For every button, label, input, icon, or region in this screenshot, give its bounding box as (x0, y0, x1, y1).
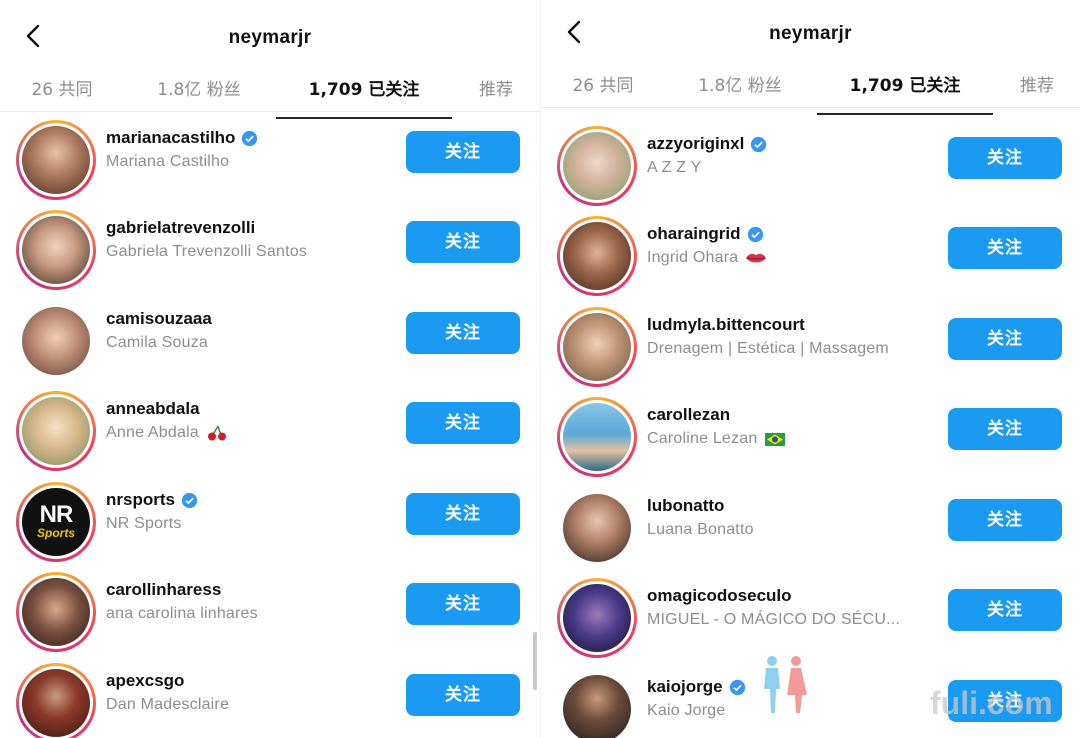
username[interactable]: anneabdala (106, 399, 200, 419)
list-item[interactable]: lubonatto Luana Bonatto 关注 (541, 479, 1080, 569)
avatar[interactable] (557, 307, 637, 387)
username[interactable]: apexcsgo (106, 671, 184, 691)
verified-badge-icon (750, 136, 767, 153)
lips-emoji-icon (745, 250, 767, 266)
avatar[interactable] (16, 301, 96, 381)
tab-followers[interactable]: 1.8亿 粉丝 (681, 68, 799, 108)
list-item[interactable]: NR Sports nrsports NR Sports 关注 (0, 476, 540, 566)
tab-suggested[interactable]: 推荐 (470, 72, 522, 112)
username[interactable]: lubonatto (647, 496, 724, 516)
verified-badge-icon (747, 226, 764, 243)
full-name: Camila Souza (106, 334, 209, 351)
follow-button[interactable]: 关注 (406, 493, 520, 535)
brazil-flag-emoji-icon (764, 431, 786, 447)
tab-mutual[interactable]: 26 共同 (557, 68, 649, 108)
list-item[interactable]: oharaingrid Ingrid Ohara 关注 (541, 207, 1080, 297)
full-name: Kaio Jorge (647, 702, 726, 719)
page-title: neymarjr (228, 27, 312, 48)
nr-sports-logo: NR Sports (22, 488, 90, 556)
username[interactable]: gabrielatrevenzolli (106, 218, 255, 238)
follow-button[interactable]: 关注 (948, 137, 1062, 179)
full-name: MIGUEL - O MÁGICO DO SÉCU... (647, 611, 901, 628)
list-item[interactable]: camisouzaaa Camila Souza 关注 (0, 295, 540, 385)
avatar[interactable] (557, 126, 637, 206)
following-panel-left: neymarjr 26 共同 1.8亿 粉丝 1,709 已关注 推荐 mari… (0, 0, 540, 738)
header: neymarjr (541, 0, 1080, 70)
username[interactable]: kaiojorge (647, 677, 746, 697)
verified-badge-icon (241, 130, 258, 147)
full-name: Ingrid Ohara (647, 249, 767, 267)
username[interactable]: oharaingrid (647, 224, 764, 244)
follow-button[interactable]: 关注 (948, 227, 1062, 269)
full-name: Gabriela Trevenzolli Santos (106, 243, 308, 260)
full-name: Drenagem | Estética | Massagem (647, 340, 889, 357)
scrollbar[interactable] (533, 632, 537, 690)
list-item[interactable]: apexcsgo Dan Madesclaire 关注 (0, 657, 540, 738)
tab-following[interactable]: 1,709 已关注 (276, 72, 452, 119)
avatar[interactable] (557, 669, 637, 738)
list-item[interactable]: gabrielatrevenzolli Gabriela Trevenzolli… (0, 204, 540, 294)
avatar[interactable] (16, 210, 96, 290)
list-item[interactable]: omagicodoseculo MIGUEL - O MÁGICO DO SÉC… (541, 569, 1080, 659)
avatar[interactable]: NR Sports (16, 482, 96, 562)
full-name: ana carolina linhares (106, 605, 258, 622)
follow-button[interactable]: 关注 (406, 131, 520, 173)
tab-mutual[interactable]: 26 共同 (16, 72, 108, 112)
watermark-figures-icon (764, 656, 807, 713)
avatar[interactable] (557, 488, 637, 568)
page-title: neymarjr (769, 23, 852, 44)
avatar[interactable] (16, 120, 96, 200)
username[interactable]: carollezan (647, 405, 730, 425)
full-name: Anne Abdala (106, 424, 228, 442)
full-name: NR Sports (106, 515, 182, 532)
follow-button[interactable]: 关注 (406, 674, 520, 716)
verified-badge-icon (181, 492, 198, 509)
list-item[interactable]: anneabdala Anne Abdala 关注 (0, 385, 540, 475)
avatar[interactable] (16, 663, 96, 738)
watermark: fuli.com (760, 655, 1070, 725)
tab-followers[interactable]: 1.8亿 粉丝 (140, 72, 258, 112)
avatar[interactable] (557, 397, 637, 477)
cherry-emoji-icon (206, 425, 228, 441)
list-item[interactable]: ludmyla.bittencourt Drenagem | Estética … (541, 298, 1080, 388)
verified-badge-icon (729, 679, 746, 696)
username[interactable]: camisouzaaa (106, 309, 212, 329)
tab-suggested[interactable]: 推荐 (1011, 68, 1063, 108)
list-item[interactable]: carollezan Caroline Lezan 关注 (541, 388, 1080, 478)
avatar[interactable] (16, 572, 96, 652)
follow-button[interactable]: 关注 (406, 402, 520, 444)
username[interactable]: carollinharess (106, 580, 221, 600)
username[interactable]: marianacastilho (106, 128, 258, 148)
username[interactable]: ludmyla.bittencourt (647, 315, 805, 335)
full-name: Dan Madesclaire (106, 696, 230, 713)
follow-button[interactable]: 关注 (406, 312, 520, 354)
follow-button[interactable]: 关注 (948, 408, 1062, 450)
follow-button[interactable]: 关注 (948, 589, 1062, 631)
avatar[interactable] (557, 216, 637, 296)
list-item[interactable]: azzyoriginxl A Z Z Y 关注 (541, 117, 1080, 207)
avatar[interactable] (16, 391, 96, 471)
follow-button[interactable]: 关注 (406, 583, 520, 625)
username[interactable]: nrsports (106, 490, 198, 510)
full-name: A Z Z Y (647, 159, 702, 176)
header: neymarjr (0, 0, 540, 70)
follow-button[interactable]: 关注 (406, 221, 520, 263)
username[interactable]: omagicodoseculo (647, 586, 792, 606)
follow-button[interactable]: 关注 (948, 318, 1062, 360)
full-name: Caroline Lezan (647, 430, 786, 448)
username[interactable]: azzyoriginxl (647, 134, 767, 154)
tab-following[interactable]: 1,709 已关注 (817, 68, 993, 115)
tab-bar: 26 共同 1.8亿 粉丝 1,709 已关注 推荐 (541, 68, 1080, 115)
following-panel-right: neymarjr 26 共同 1.8亿 粉丝 1,709 已关注 推荐 azzy… (540, 0, 1080, 738)
full-name: Luana Bonatto (647, 521, 754, 538)
full-name: Mariana Castilho (106, 153, 230, 170)
follow-button[interactable]: 关注 (948, 499, 1062, 541)
watermark-text: fuli.com (930, 685, 1053, 721)
list-item[interactable]: marianacastilho Mariana Castilho 关注 (0, 114, 540, 204)
tab-bar: 26 共同 1.8亿 粉丝 1,709 已关注 推荐 (0, 72, 540, 119)
avatar[interactable] (557, 578, 637, 658)
list-item[interactable]: carollinharess ana carolina linhares 关注 (0, 566, 540, 656)
